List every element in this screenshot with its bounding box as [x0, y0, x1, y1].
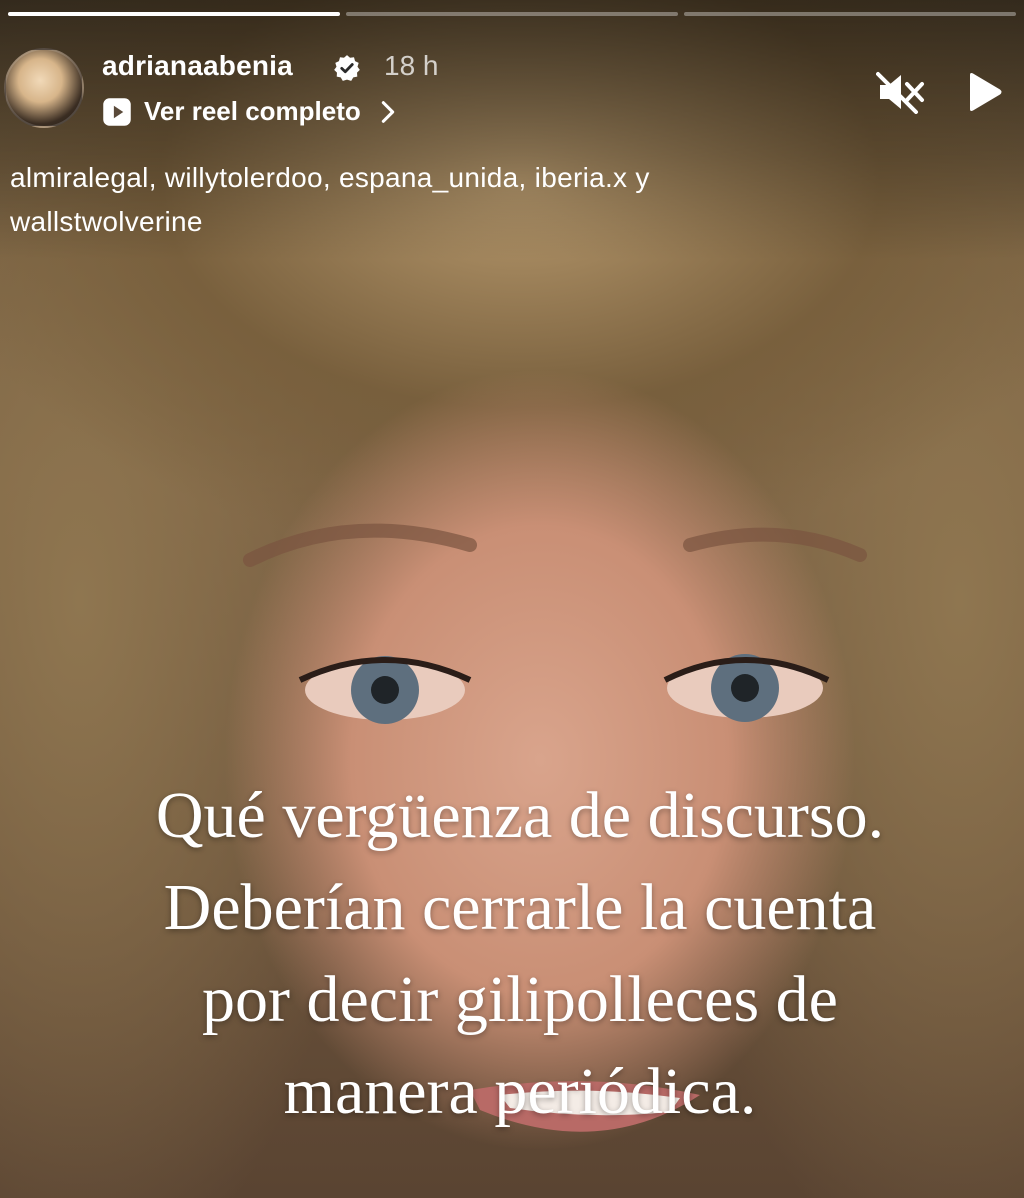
progress-segment: [684, 12, 1016, 16]
view-full-reel-label: Ver reel completo: [144, 96, 361, 126]
muted-speaker-icon[interactable]: [876, 70, 926, 114]
mentioned-accounts[interactable]: almiralegal, willytolerdoo, espana_unida…: [10, 156, 970, 244]
play-icon[interactable]: [964, 70, 1004, 114]
story-progress-bar: [8, 12, 1016, 16]
story-viewer[interactable]: adrianaabenia 18 h Ver reel completo alm…: [0, 0, 1024, 1198]
story-header: adrianaabenia 18 h Ver reel completo: [0, 48, 1024, 138]
avatar[interactable]: [4, 48, 84, 128]
chevron-right-icon: [381, 100, 394, 123]
mentions-line: almiralegal, willytolerdoo, espana_unida…: [10, 162, 650, 193]
progress-segment: [346, 12, 678, 16]
story-timestamp: 18 h: [384, 50, 439, 81]
story-caption: Qué vergüenza de discurso. Deberían cerr…: [60, 770, 980, 1138]
mentions-line: wallstwolverine: [10, 206, 203, 237]
view-full-reel-link[interactable]: Ver reel completo: [102, 96, 399, 127]
caption-line: manera periódica.: [283, 1055, 757, 1128]
caption-line: por decir gilipolleces de: [202, 963, 838, 1036]
reel-play-icon: [103, 97, 131, 126]
caption-line: Deberían cerrarle la cuenta: [163, 871, 877, 944]
progress-segment: [8, 12, 340, 16]
username[interactable]: adrianaabenia: [102, 50, 293, 82]
verified-badge-icon: [334, 55, 360, 81]
caption-line: Qué vergüenza de discurso.: [155, 779, 885, 852]
progress-fill: [8, 12, 340, 16]
